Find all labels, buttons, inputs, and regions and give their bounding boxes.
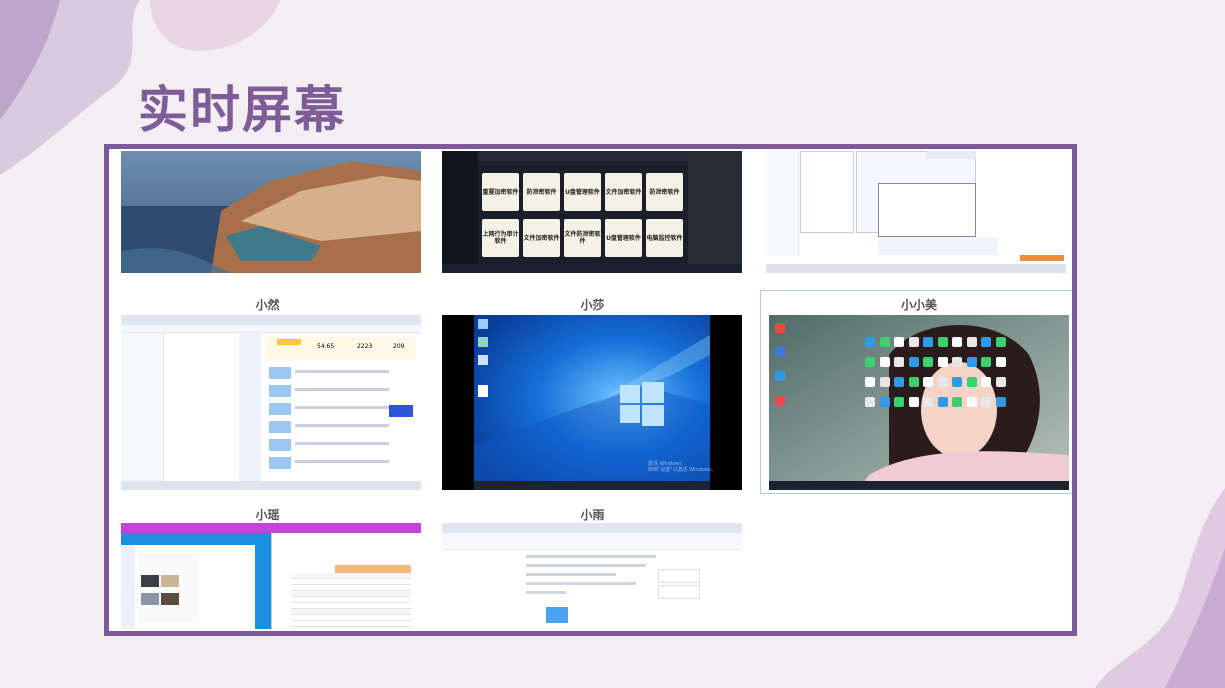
desktop-icon[interactable] xyxy=(952,337,962,347)
screen-label: 小小美 xyxy=(900,298,937,312)
watercolor-decoration-bottom-right xyxy=(1095,488,1225,688)
desktop-icon[interactable] xyxy=(981,357,991,367)
screen-thumbnail[interactable] xyxy=(442,523,742,629)
desktop-icon[interactable] xyxy=(908,357,919,367)
desktop-icon[interactable] xyxy=(894,377,904,387)
screen-label: 小莎 xyxy=(580,298,605,312)
screen-thumbnail[interactable] xyxy=(121,523,421,629)
software-card[interactable]: U盘管理软件 xyxy=(605,219,642,257)
text-line xyxy=(526,582,636,585)
activate-windows-watermark: 激活 Windows 转到"设置"以激活 Windows。 xyxy=(648,461,717,473)
screen-thumbnail[interactable] xyxy=(769,315,1069,490)
table-row xyxy=(291,627,411,629)
screen-thumbnail[interactable] xyxy=(121,151,421,273)
coastal-cliff-photo xyxy=(121,151,421,273)
desktop-icon[interactable] xyxy=(865,377,875,387)
desktop-icon[interactable] xyxy=(775,395,785,405)
desktop-icon[interactable] xyxy=(879,377,890,387)
list-item xyxy=(269,367,389,381)
software-card[interactable]: 电脑监控软件 xyxy=(646,219,683,257)
desktop-icon[interactable] xyxy=(879,397,890,407)
page-title: 实时屏幕 xyxy=(138,80,346,139)
desktop-icon[interactable] xyxy=(966,337,977,347)
screen-thumbnail[interactable]: 激活 Windows 转到"设置"以激活 Windows。 xyxy=(442,315,742,490)
screen-tile-selected[interactable]: 小小美 xyxy=(760,290,1072,494)
list-item xyxy=(269,439,389,453)
software-card[interactable]: 文件加密软件 xyxy=(605,173,642,211)
software-card[interactable]: 文件加密软件 xyxy=(523,219,560,257)
software-card[interactable]: 文件防泄密软件 xyxy=(564,219,601,257)
desktop-icon[interactable] xyxy=(923,337,933,347)
desktop-icon[interactable] xyxy=(995,397,1006,407)
text-line xyxy=(526,555,656,558)
desktop-icon[interactable] xyxy=(908,397,919,407)
desktop-icon[interactable] xyxy=(775,323,785,333)
desktop-icon[interactable] xyxy=(981,397,991,407)
screen-tile[interactable]: 小然 54.65 2223 209 xyxy=(117,295,421,491)
screen-tile[interactable]: 小瑶 xyxy=(117,505,421,631)
desktop-icon[interactable] xyxy=(865,397,875,407)
text-line xyxy=(526,573,616,576)
screen-tile[interactable]: 重要加密软件 防泄密软件 U盘管理软件 文件加密软件 防泄密软件 上网行为审计软件 文件加密… xyxy=(442,149,743,277)
desktop-icon[interactable] xyxy=(879,337,890,347)
desktop-icon[interactable] xyxy=(865,357,875,367)
desktop-icon[interactable] xyxy=(952,357,962,367)
text-line xyxy=(526,591,566,594)
screen-label: 小然 xyxy=(255,298,280,312)
desktop-icon[interactable] xyxy=(865,337,875,347)
desktop-icon[interactable] xyxy=(966,377,977,387)
desktop-icon[interactable] xyxy=(937,337,948,347)
screen-tile[interactable] xyxy=(117,149,421,277)
desktop-icon[interactable] xyxy=(894,397,904,407)
desktop-icon[interactable] xyxy=(981,377,991,387)
software-card[interactable]: 防泄密软件 xyxy=(646,173,683,211)
software-card[interactable]: 重要加密软件 xyxy=(482,173,519,211)
desktop-icon[interactable] xyxy=(908,337,919,347)
desktop-icon[interactable] xyxy=(966,357,977,367)
desktop-icon[interactable] xyxy=(923,397,933,407)
screen-thumbnail[interactable] xyxy=(766,151,1066,273)
software-card[interactable]: 上网行为审计软件 xyxy=(482,219,519,257)
screen-label: 小瑶 xyxy=(255,508,280,522)
desktop-icon[interactable] xyxy=(966,397,977,407)
desktop-icon[interactable] xyxy=(775,347,785,357)
desktop-icon[interactable] xyxy=(923,377,933,387)
list-item xyxy=(269,403,389,417)
desktop-icon[interactable] xyxy=(995,377,1006,387)
list-item xyxy=(269,421,389,435)
screen-tile[interactable] xyxy=(766,149,1067,277)
software-card[interactable]: 防泄密软件 xyxy=(523,173,560,211)
desktop-icon[interactable] xyxy=(995,337,1006,347)
desktop-icon[interactable] xyxy=(937,357,948,367)
list-item xyxy=(269,457,389,471)
text-line xyxy=(526,564,646,567)
screen-label: 小雨 xyxy=(580,508,605,522)
screen-grid: 重要加密软件 防泄密软件 U盘管理软件 文件加密软件 防泄密软件 上网行为审计软件 文件加密… xyxy=(104,144,1077,636)
screen-thumbnail[interactable]: 重要加密软件 防泄密软件 U盘管理软件 文件加密软件 防泄密软件 上网行为审计软件 文件加密… xyxy=(442,151,742,273)
desktop-icon[interactable] xyxy=(894,337,904,347)
desktop-icon[interactable] xyxy=(775,371,785,381)
desktop-icon[interactable] xyxy=(923,357,933,367)
list-item xyxy=(269,385,389,399)
desktop-icon[interactable] xyxy=(995,357,1006,367)
screen-thumbnail[interactable]: 54.65 2223 209 xyxy=(121,315,421,490)
software-card[interactable]: U盘管理软件 xyxy=(564,173,601,211)
desktop-icon[interactable] xyxy=(981,337,991,347)
desktop-icon[interactable] xyxy=(937,377,948,387)
desktop-icon[interactable] xyxy=(937,397,948,407)
desktop-icon[interactable] xyxy=(952,397,962,407)
desktop-icon[interactable] xyxy=(894,357,904,367)
screen-tile[interactable]: 小雨 xyxy=(442,505,743,631)
desktop-icon[interactable] xyxy=(952,377,962,387)
desktop-icon[interactable] xyxy=(908,377,919,387)
screen-tile[interactable]: 小莎 激活 Windows 转到"设置"以激活 Windows。 xyxy=(442,295,743,491)
desktop-icon[interactable] xyxy=(879,357,890,367)
